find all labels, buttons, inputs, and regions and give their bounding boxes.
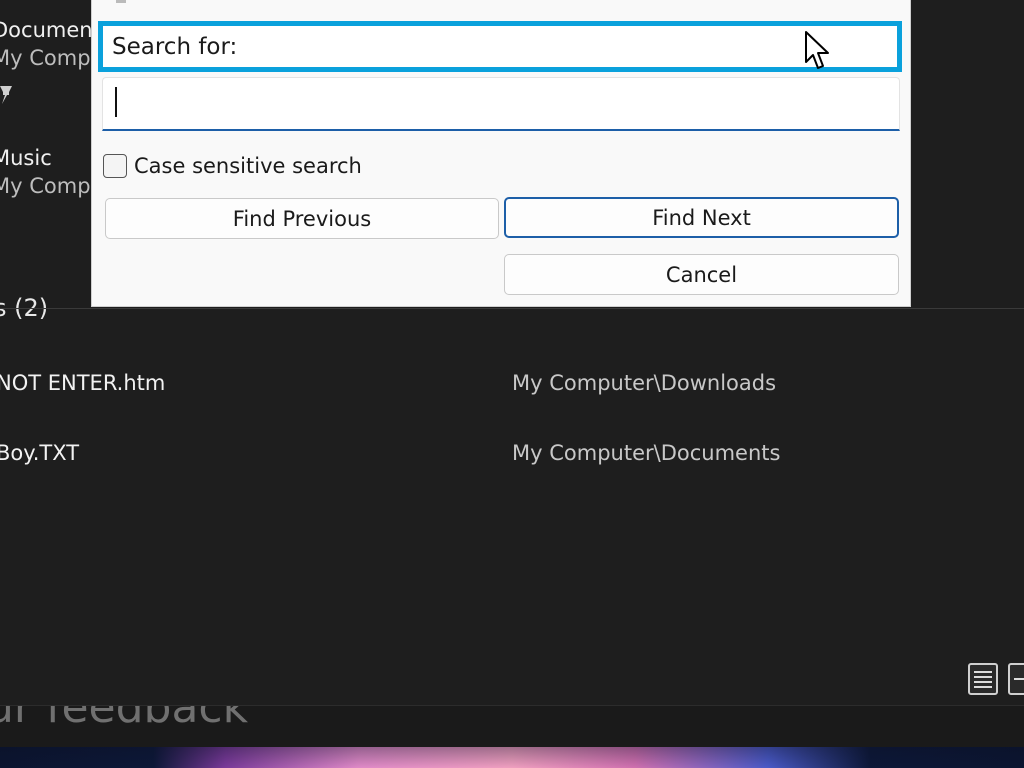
- tiles-view-icon[interactable]: [1008, 663, 1024, 695]
- quick-access-documents[interactable]: Documen My Comp: [0, 18, 93, 70]
- result-row-1-name[interactable]: NOT ENTER.htm: [0, 371, 165, 395]
- result-row-1-path: My Computer\Downloads: [512, 371, 777, 395]
- quick-access-music[interactable]: Music My Comp: [0, 146, 91, 198]
- quick-access-documents-name: Documen: [0, 18, 93, 42]
- result-row-2-path: My Computer\Documents: [512, 441, 781, 465]
- case-sensitive-label: Case sensitive search: [134, 154, 362, 178]
- view-mode-switcher: [968, 663, 1024, 695]
- cancel-button[interactable]: Cancel: [504, 254, 899, 295]
- text-caret: [115, 87, 117, 117]
- quick-access-music-sub: My Comp: [0, 174, 91, 198]
- quick-access-documents-sub: My Comp: [0, 46, 91, 70]
- search-input[interactable]: [102, 77, 900, 131]
- details-view-icon[interactable]: [968, 663, 998, 695]
- search-for-label: Search for:: [98, 21, 902, 72]
- wallpaper-shade: [0, 747, 1024, 768]
- find-next-button[interactable]: Find Next: [504, 197, 899, 238]
- dialog-top-mark: [116, 0, 126, 3]
- case-sensitive-checkbox[interactable]: [103, 154, 127, 178]
- case-sensitive-option[interactable]: Case sensitive search: [103, 154, 362, 178]
- quick-access-music-name: Music: [0, 146, 52, 170]
- feedback-text: ur feedback: [0, 705, 249, 733]
- mouse-pointer-icon: [805, 31, 829, 69]
- find-previous-button[interactable]: Find Previous: [105, 198, 499, 239]
- footer-band: ur feedback: [0, 705, 1024, 748]
- find-dialog: Search for: Case sensitive search Find P…: [91, 0, 911, 307]
- pin-icon: [0, 86, 12, 104]
- section-divider: [0, 308, 1024, 309]
- result-row-2-name[interactable]: Boy.TXT: [0, 441, 79, 465]
